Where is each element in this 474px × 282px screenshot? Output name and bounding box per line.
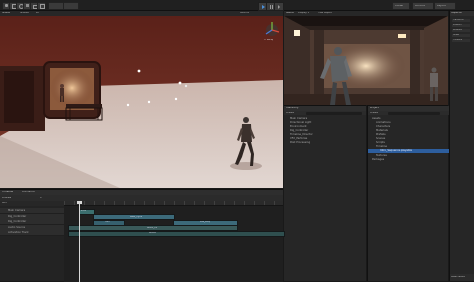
inspector-row: Transform	[452, 19, 470, 22]
tab-game[interactable]: Game	[286, 12, 294, 15]
hand-icon	[5, 4, 8, 7]
timeline-panel: Timeline Animation Preview 0 Add Main Ca…	[0, 189, 285, 282]
play-icon	[262, 4, 265, 9]
collab-button[interactable]: Collab	[392, 2, 410, 10]
tab-hierarchy[interactable]: Hierarchy	[286, 107, 299, 110]
scale-icon	[26, 4, 29, 7]
timeline-playhead[interactable]	[79, 201, 80, 282]
project-create-button[interactable]: Create	[370, 112, 378, 114]
track-name: Rig_Controller	[8, 220, 27, 223]
inspector-row-label: Transform	[453, 19, 464, 22]
shading-mode-dropdown[interactable]: Shaded	[20, 12, 29, 14]
tab-animation[interactable]: Animation	[22, 191, 35, 194]
clip-label: Active	[149, 232, 156, 235]
transform-tool-button[interactable]	[37, 2, 46, 10]
hierarchy-toolbar: Create	[284, 111, 366, 115]
game-render	[284, 16, 448, 105]
inspector-row-label: Position	[453, 24, 462, 27]
timeline-clip[interactable]: Active	[68, 230, 285, 237]
inspector-row: Rotation	[452, 29, 470, 32]
pivot-toggle[interactable]	[48, 2, 64, 10]
clip-label: Audio_01	[147, 226, 158, 229]
inspector-row: Position	[452, 24, 470, 27]
tab-inspector[interactable]: Inspector	[451, 12, 462, 14]
step-icon	[277, 4, 280, 9]
step-button[interactable]	[274, 2, 284, 11]
project-search-input[interactable]	[388, 111, 440, 115]
inspector-row-label: Rotation	[453, 29, 463, 32]
hierarchy-panel: Hierarchy Create Main Camera Directional…	[284, 105, 366, 281]
top-toolbar: Collab Account Layout	[0, 0, 474, 11]
scene-render	[0, 16, 283, 188]
track-name: Main Camera	[8, 209, 26, 212]
tab-timeline[interactable]: Timeline	[2, 191, 13, 194]
inspector-row-label: Scale	[453, 34, 459, 37]
frame-field[interactable]: 0	[40, 197, 42, 199]
inspector-panel: Inspector Transform Position Rotation Sc…	[449, 11, 474, 281]
add-track-button[interactable]: Add	[2, 202, 7, 204]
project-panel: Project Create Assets Animations Charact…	[367, 105, 449, 281]
account-button[interactable]: Account	[412, 2, 434, 10]
clip-label: Walk_Cycle	[130, 215, 143, 218]
inspector-row-label: Timeline	[453, 39, 463, 42]
track-header[interactable]: Activation Track	[0, 230, 64, 236]
clip-label: Idle_Loop	[200, 221, 211, 224]
gizmos-dropdown[interactable]: Gizmos	[240, 12, 249, 14]
hierarchy-search-input[interactable]	[306, 111, 362, 115]
track-name: Audio Source	[8, 225, 26, 229]
inspector-row: Timeline	[452, 39, 470, 42]
persp-label: < Persp	[264, 39, 274, 41]
display-dropdown[interactable]: Display 1	[298, 12, 309, 14]
layout-label: Layout	[437, 4, 446, 7]
selected-file-row[interactable]: Intro_Sequence.playable	[368, 149, 449, 153]
asset-labels-text: Asset Labels	[451, 276, 465, 278]
timeline-add-bar: Add	[0, 201, 64, 206]
asset-labels-footer: Asset Labels	[450, 274, 474, 281]
clip-label: Turn	[105, 221, 110, 224]
project-toolbar: Create	[368, 111, 449, 115]
tab-scene[interactable]: Scene	[2, 12, 10, 15]
clip-label: Intro	[81, 210, 87, 213]
folder-item[interactable]: Packages	[372, 158, 384, 162]
inspector-row: Scale	[452, 34, 470, 37]
inspector-tab-bar: Inspector	[450, 11, 474, 16]
playhead-handle[interactable]	[77, 201, 82, 204]
preview-toggle[interactable]: Preview	[2, 197, 11, 199]
hierarchy-item[interactable]: Post Processing	[290, 141, 310, 145]
account-label: Account	[415, 4, 426, 7]
selected-file-label: Intro_Sequence.playable	[380, 148, 412, 152]
2d-toggle[interactable]: 2D	[36, 12, 39, 14]
layout-button[interactable]: Layout	[434, 2, 456, 10]
tab-project[interactable]: Project	[370, 107, 379, 110]
track-name: Rig_Controller	[8, 214, 27, 218]
global-toggle[interactable]	[63, 2, 79, 10]
track-name: Activation Track	[8, 231, 29, 234]
collab-label: Collab	[395, 4, 404, 7]
pause-icon	[269, 4, 273, 9]
hierarchy-create-button[interactable]: Create	[286, 112, 294, 114]
transform-icon	[40, 4, 45, 9]
aspect-dropdown[interactable]: Free Aspect	[318, 12, 332, 14]
game-panel: Game Display 1 Free Aspect	[284, 11, 448, 105]
scene-viewport[interactable]: < Persp	[0, 16, 283, 188]
